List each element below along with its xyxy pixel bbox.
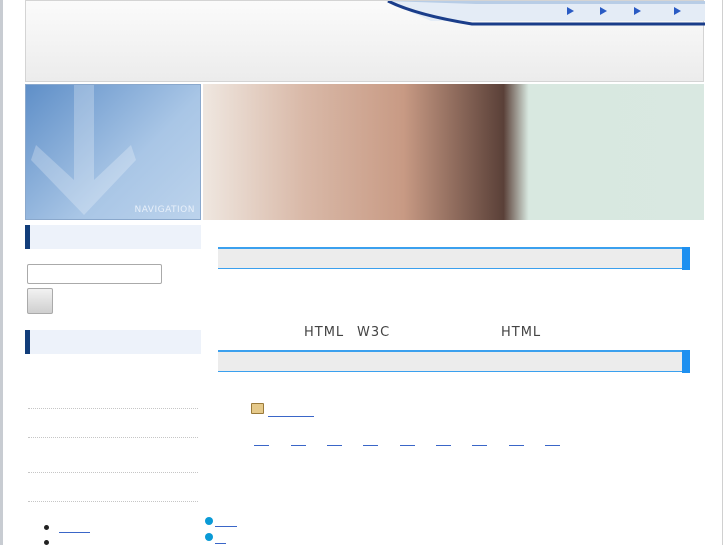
- sidebar-divider: [28, 472, 198, 473]
- header-nav-arrow-3[interactable]: [634, 7, 641, 15]
- page-link[interactable]: [436, 445, 451, 446]
- header-swoosh: [386, 1, 705, 26]
- header-nav-arrow-4[interactable]: [674, 7, 681, 15]
- list-bullet: [44, 540, 49, 545]
- content-link[interactable]: [215, 543, 226, 544]
- page-link[interactable]: [545, 445, 560, 446]
- page-link[interactable]: [363, 445, 378, 446]
- sidebar-heading-menu: [25, 330, 201, 354]
- search-button[interactable]: [27, 288, 53, 314]
- sidebar-divider: [28, 437, 198, 438]
- header-nav-arrow-1[interactable]: [567, 7, 574, 15]
- navigation-banner: NAVIGATION: [25, 84, 201, 220]
- bullet-icon: [205, 517, 213, 525]
- section-heading-bar: [218, 350, 690, 373]
- text-w3c: W3C: [357, 325, 391, 340]
- list-bullet: [44, 525, 49, 530]
- hero-photo: [203, 84, 704, 220]
- text-html: HTML: [304, 325, 345, 340]
- navigation-label: NAVIGATION: [134, 205, 195, 215]
- sidebar-divider: [28, 501, 198, 502]
- content-link[interactable]: [215, 526, 237, 527]
- down-arrow-icon: [31, 85, 136, 215]
- page-link[interactable]: [509, 445, 524, 446]
- sidebar-divider: [28, 408, 198, 409]
- section-heading-bar: [218, 247, 690, 270]
- page-link[interactable]: [472, 445, 487, 446]
- site-header: [25, 0, 705, 82]
- page-right-border: [722, 0, 727, 545]
- page-link[interactable]: [254, 445, 269, 446]
- text-html: HTML: [501, 325, 542, 340]
- bullet-icon: [205, 533, 213, 541]
- folder-link[interactable]: [268, 416, 314, 417]
- search-input[interactable]: [27, 264, 162, 284]
- page-link[interactable]: [291, 445, 306, 446]
- sidebar-link[interactable]: [59, 532, 90, 533]
- header-nav-arrow-2[interactable]: [600, 7, 607, 15]
- page-link[interactable]: [400, 445, 415, 446]
- page-left-border: [0, 0, 3, 545]
- page-link[interactable]: [327, 445, 342, 446]
- sidebar-heading-search: [25, 225, 201, 249]
- folder-icon: [251, 403, 264, 414]
